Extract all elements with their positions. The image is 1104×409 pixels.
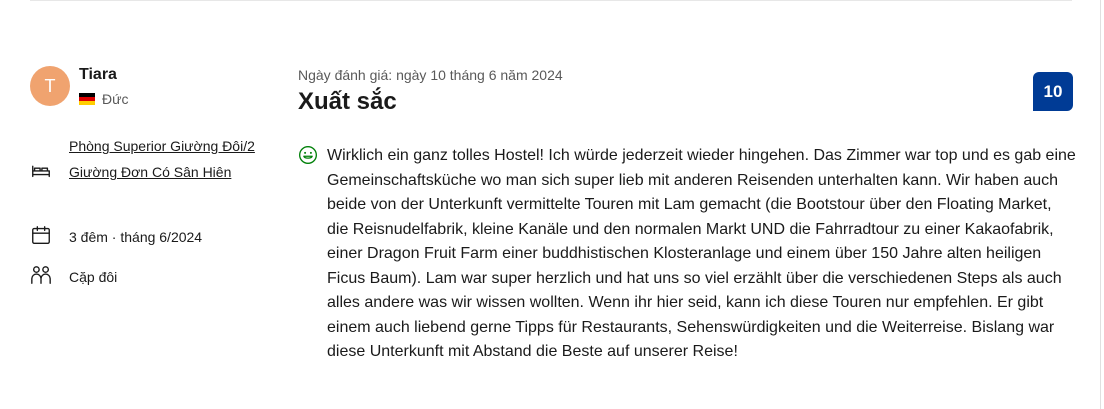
smile-icon: [299, 146, 317, 164]
stay-date-row: 3 đêm · tháng 6/2024: [30, 224, 202, 250]
people-icon: [31, 266, 51, 284]
room-type-link[interactable]: Phòng Superior Giường Đôi/2 Giường Đơn C…: [69, 133, 269, 185]
reviewer-country: Đức: [79, 91, 128, 107]
stay-date: 3 đêm · tháng 6/2024: [69, 229, 203, 245]
avatar: T: [30, 66, 70, 106]
avatar-letter: T: [44, 75, 56, 96]
germany-flag-icon: [79, 93, 95, 105]
reviewer-name: Tiara: [79, 66, 117, 83]
room-type-row: Phòng Superior Giường Đôi/2 Giường Đơn C…: [30, 133, 269, 185]
review-text: Wirklich ein ganz tolles Hostel! Ich wür…: [327, 147, 1076, 360]
traveler-type: Cặp đôi: [69, 269, 118, 285]
review-card: T Tiara Đức Phòng Superior Giường Đôi/2 …: [0, 0, 1104, 409]
score-badge: 10: [1033, 72, 1073, 111]
traveler-type-row: Cặp đôi: [30, 264, 117, 290]
country-label: Đức: [102, 91, 129, 107]
review-title: Xuất sắc: [298, 88, 397, 115]
review-date: Ngày đánh giá: ngày 10 tháng 6 năm 2024: [298, 67, 563, 83]
bed-icon: [32, 165, 50, 178]
calendar-icon: [32, 226, 50, 244]
score-value: 10: [1043, 81, 1063, 101]
